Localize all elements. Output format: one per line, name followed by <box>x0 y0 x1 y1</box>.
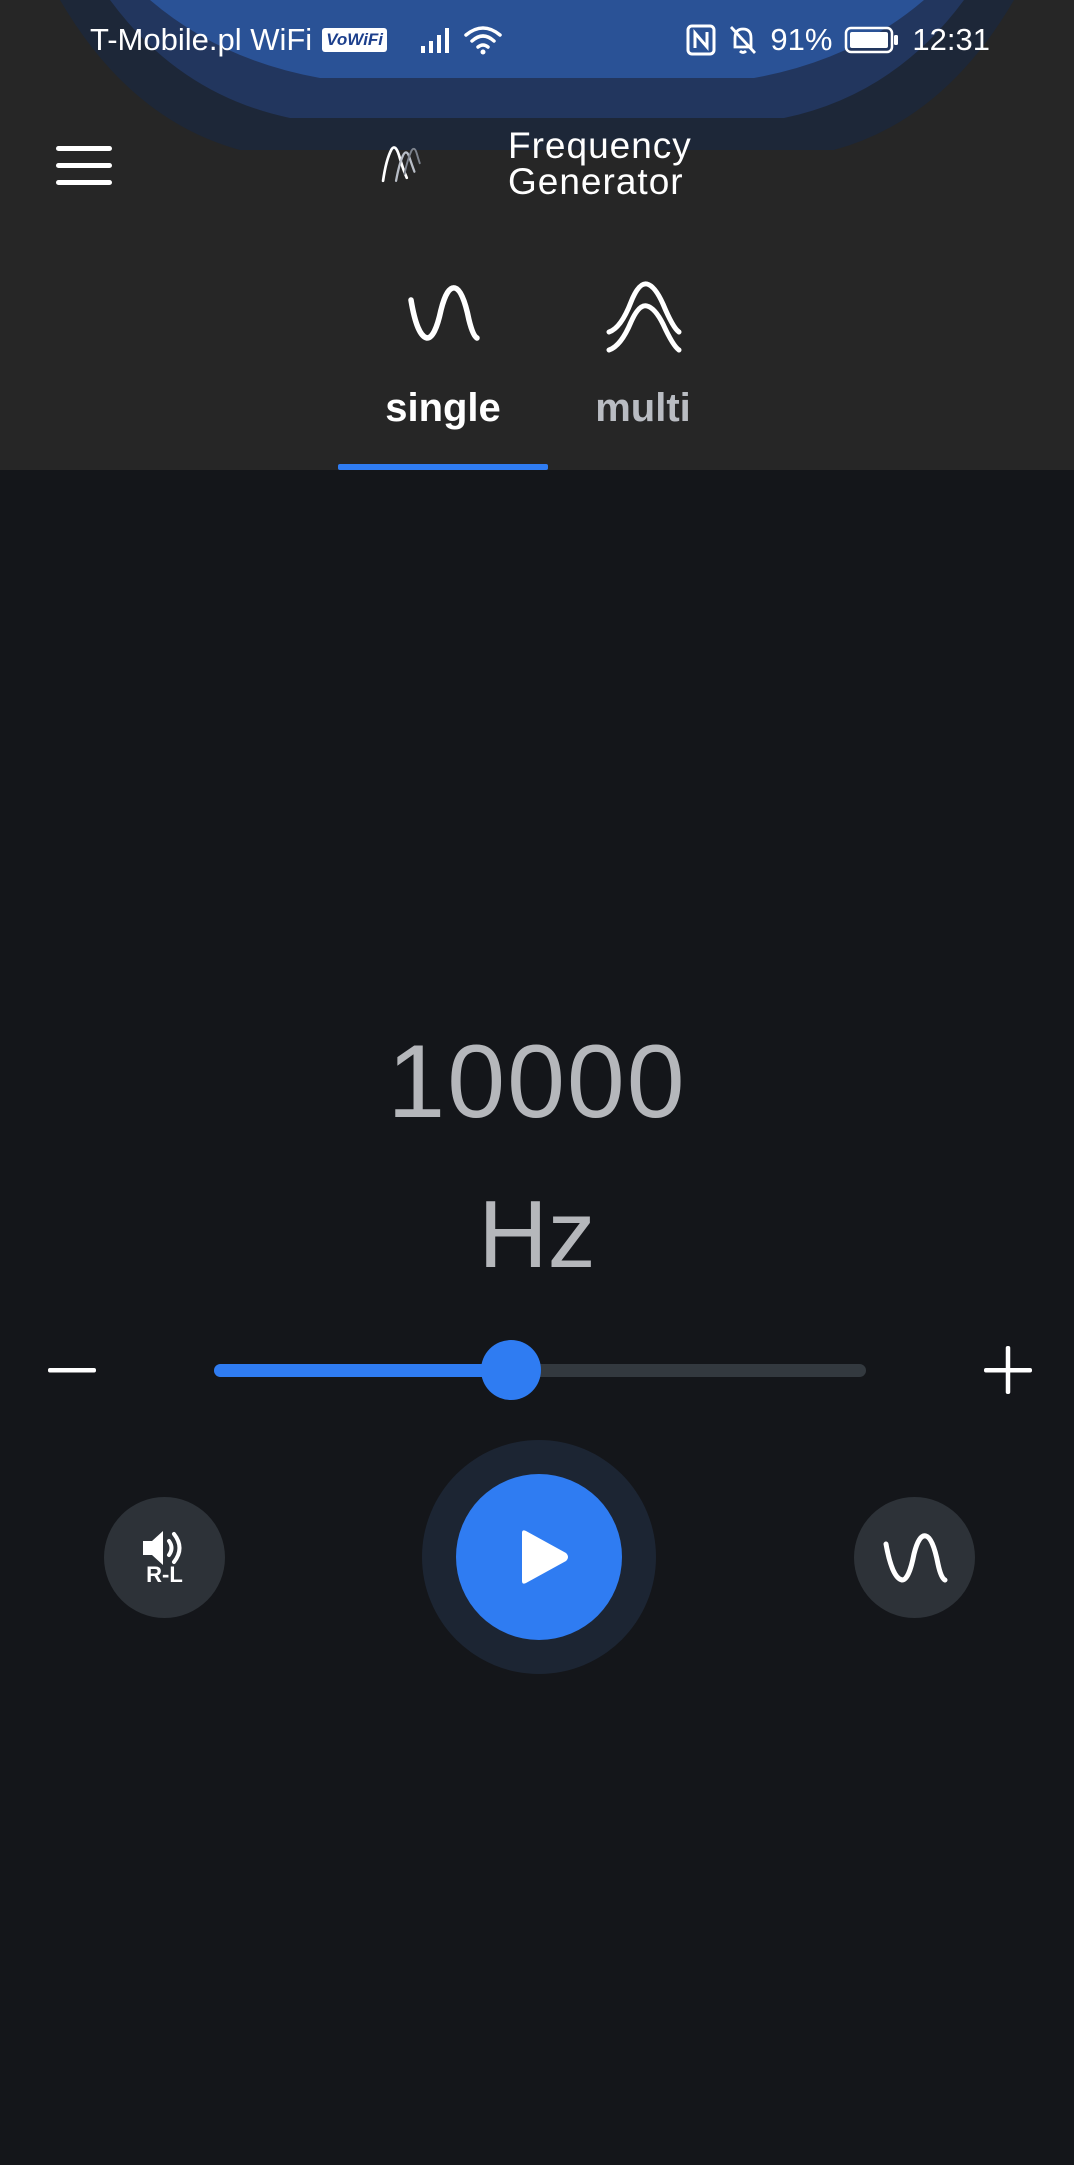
decrease-frequency-button[interactable] <box>40 1338 104 1402</box>
frequency-unit: Hz <box>478 1181 596 1288</box>
app-logo-icon <box>381 146 421 183</box>
tab-multi[interactable]: multi <box>538 280 748 470</box>
nfc-icon <box>686 24 716 56</box>
tab-single[interactable]: single <box>338 280 548 470</box>
clock: 12:31 <box>912 22 990 57</box>
battery-icon <box>844 26 900 54</box>
channel-button[interactable]: R-L <box>104 1497 225 1618</box>
play-icon <box>516 1527 572 1587</box>
app-title-line2: Generator <box>508 161 684 202</box>
slider-fill <box>214 1364 511 1377</box>
bell-off-icon <box>728 24 758 56</box>
app-title-line1: Frequency <box>508 125 692 166</box>
signal-icon <box>419 26 453 54</box>
app-header: T-Mobile.pl WiFi VoWiFi 91% 12:31 Freque… <box>0 0 1074 470</box>
status-bar: T-Mobile.pl WiFi VoWiFi 91% 12:31 <box>0 0 1074 84</box>
tab-selected-indicator <box>338 464 548 470</box>
tab-multi-label: multi <box>595 386 691 430</box>
tab-single-label: single <box>385 386 501 430</box>
wifi-icon <box>463 24 503 56</box>
plus-icon <box>984 1346 1032 1394</box>
play-button[interactable] <box>456 1474 622 1640</box>
hamburger-menu-button[interactable] <box>50 138 118 194</box>
status-bar-left: T-Mobile.pl WiFi VoWiFi <box>90 22 503 58</box>
app-title: Frequency Generator <box>508 125 692 202</box>
hamburger-menu-icon <box>56 146 112 185</box>
frequency-value[interactable]: 10000 <box>0 1024 1074 1140</box>
sine-wave-icon <box>880 1528 950 1588</box>
increase-frequency-button[interactable] <box>976 1338 1040 1402</box>
sine-wave-icon <box>403 280 483 350</box>
vowifi-badge: VoWiFi <box>322 28 388 52</box>
battery-percent: 91% <box>770 22 833 57</box>
channel-label: R-L <box>146 1562 183 1587</box>
minus-icon <box>48 1368 96 1373</box>
slider-thumb[interactable] <box>481 1340 541 1400</box>
status-bar-right: 91% 12:31 <box>686 22 990 58</box>
multi-wave-icon <box>603 280 683 356</box>
carrier-label: T-Mobile.pl WiFi <box>90 22 313 57</box>
waveform-button[interactable] <box>854 1497 975 1618</box>
frequency-generator-screen: T-Mobile.pl WiFi VoWiFi 91% 12:31 Freque… <box>0 0 1074 2165</box>
frequency-slider[interactable] <box>214 1336 866 1404</box>
